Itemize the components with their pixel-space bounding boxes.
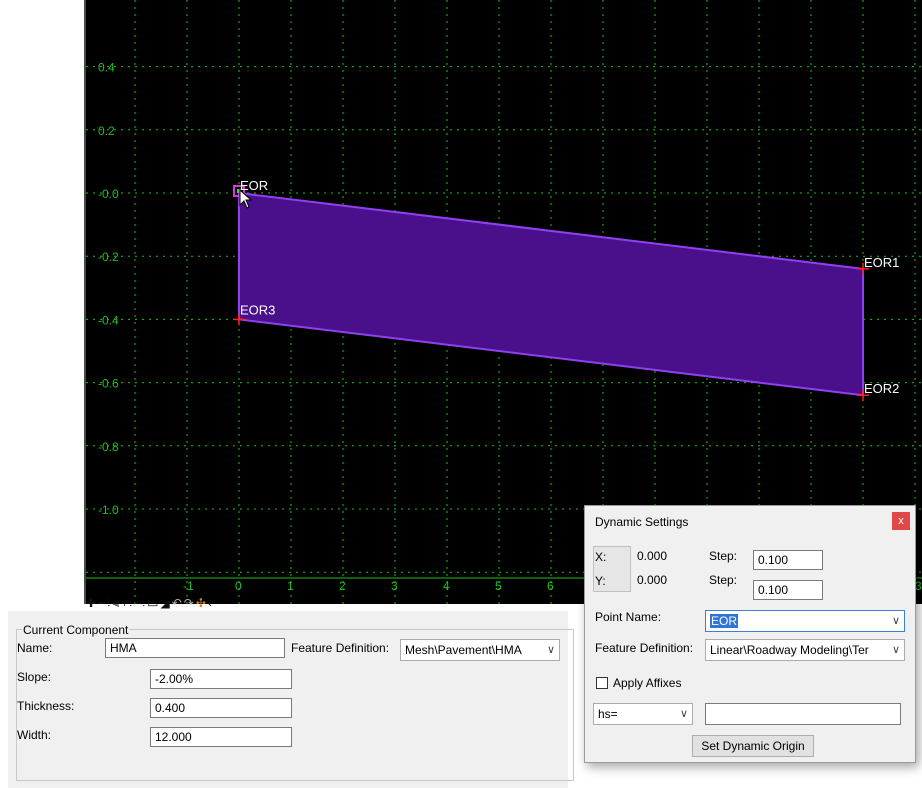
slope-field[interactable]: -2.00% [150, 669, 292, 689]
affix-mode-select[interactable]: hs= ∨ [593, 703, 693, 725]
dynamic-settings-dialog: Dynamic Settings x X: Y: 0.000 0.000 Ste… [584, 505, 916, 763]
step-y-label: Step: [709, 573, 738, 587]
x-value: 0.000 [637, 549, 668, 563]
rectangle-icon[interactable]: ▭ [147, 596, 159, 610]
y-tick-label: 0.2 [98, 124, 115, 138]
insert-point-icon[interactable]: +⫶ [121, 596, 133, 611]
step-y-field[interactable]: 0.100 [753, 580, 823, 600]
y-tick-label: 0.4 [98, 61, 115, 75]
chevron-down-icon: ∨ [891, 644, 900, 656]
snap-icon[interactable]: ✣ [196, 596, 207, 610]
point-label: EOR3 [240, 302, 275, 317]
feature-definition-label: Feature Definition: [595, 641, 694, 655]
component-panel: Current Component Name: HMA Feature Defi… [8, 611, 574, 788]
name-label: Name: [17, 641, 53, 655]
feature-definition-select[interactable]: Linear\Roadway Modeling\Ter ∨ [705, 639, 905, 661]
feature-definition-select[interactable]: Mesh\Pavement\HMA ∨ [400, 639, 560, 661]
step-x-label: Step: [709, 549, 738, 563]
x-label: X: [595, 550, 607, 564]
point-name-label: Point Name: [595, 610, 662, 624]
left-blank-area [0, 0, 74, 600]
y-tick-label: -1.0 [98, 503, 119, 517]
y-tick-label: -0.6 [98, 377, 119, 391]
redo-icon[interactable]: ↷ [184, 596, 195, 610]
width-label: Width: [17, 728, 52, 742]
undo-icon[interactable]: ↶ [172, 596, 183, 610]
point-name-value: EOR [710, 614, 739, 628]
current-component-title: Current Component [22, 623, 130, 637]
chevron-down-icon: ∨ [679, 708, 688, 720]
x-tick-label: 2 [339, 579, 346, 593]
point-label: EOR2 [864, 381, 899, 396]
dialog-title: Dynamic Settings [595, 515, 689, 529]
set-dynamic-origin-button[interactable]: Set Dynamic Origin [692, 735, 814, 757]
affix-mode-value: hs= [598, 707, 618, 721]
feature-definition-label: Feature Definition: [291, 641, 390, 655]
y-tick-label: -0.2 [98, 250, 119, 264]
x-tick-label: 6 [547, 579, 554, 593]
y-label: Y: [595, 574, 606, 588]
x-tick-label: -1 [183, 579, 194, 593]
x-tick-label: 3 [915, 579, 922, 593]
thickness-label: Thickness: [17, 699, 75, 713]
split-icon[interactable]: ⫷ [112, 596, 120, 611]
join-icon[interactable]: ⫶ [107, 596, 111, 611]
y-value: 0.000 [637, 573, 668, 587]
width-field[interactable]: 12.000 [150, 727, 292, 747]
feature-definition-value: Mesh\Pavement\HMA [405, 643, 522, 657]
x-tick-label: 3 [391, 579, 398, 593]
x-tick-label: 1 [287, 579, 294, 593]
chevron-down-icon: ∨ [546, 644, 555, 656]
slope-label: Slope: [17, 670, 52, 684]
arrow-left-icon[interactable]: ‹ [208, 596, 213, 610]
point-name-select[interactable]: EOR ∨ [705, 610, 905, 632]
y-tick-label: -0.0 [98, 187, 119, 201]
apply-affixes-checkbox[interactable] [596, 677, 608, 689]
view-toolbar: ✚━⫶⫷+⫶−⫶▭◢↶↷✣‹ [86, 596, 214, 610]
minus-icon[interactable]: ━ [98, 596, 106, 610]
feature-definition-value: Linear\Roadway Modeling\Ter [710, 643, 869, 657]
x-tick-label: 0 [235, 579, 242, 593]
y-tick-label: -0.4 [98, 313, 119, 327]
thickness-field[interactable]: 0.400 [150, 698, 292, 718]
point-label: EOR1 [864, 255, 899, 270]
affix-input[interactable] [705, 703, 901, 725]
close-button[interactable]: x [892, 512, 910, 530]
name-field[interactable]: HMA [105, 638, 285, 658]
x-tick-label: 5 [495, 579, 502, 593]
delete-point-icon[interactable]: −⫶ [134, 596, 146, 611]
step-x-field[interactable]: 0.100 [753, 550, 823, 570]
mirror-icon[interactable]: ◢ [160, 596, 170, 610]
apply-affixes-label: Apply Affixes [613, 676, 682, 690]
plus-icon[interactable]: ✚ [86, 596, 97, 610]
chevron-down-icon: ∨ [891, 615, 900, 627]
point-label: EOR [240, 178, 268, 193]
x-tick-label: 4 [443, 579, 450, 593]
y-tick-label: -0.8 [98, 440, 119, 454]
